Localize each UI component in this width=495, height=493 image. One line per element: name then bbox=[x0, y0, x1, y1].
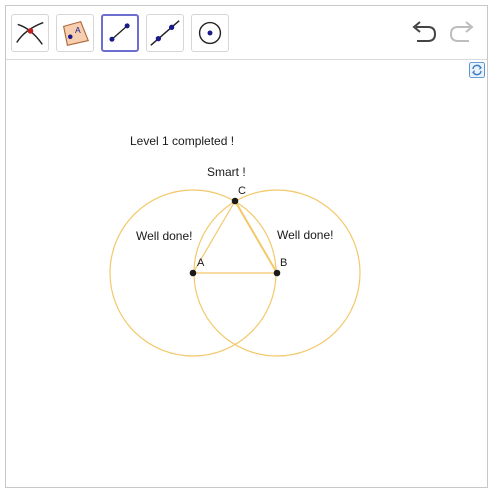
level-completed-text: Level 1 completed ! bbox=[130, 134, 235, 148]
well-done-left-text: Well done! bbox=[136, 229, 193, 243]
point-on-object-icon: A bbox=[62, 20, 90, 46]
point-a-label: A bbox=[197, 257, 205, 269]
line-icon bbox=[150, 20, 180, 46]
segment-bc bbox=[234, 200, 278, 274]
svg-text:A: A bbox=[75, 25, 81, 35]
point-b-label: B bbox=[280, 257, 288, 269]
point-c-label: C bbox=[238, 185, 246, 197]
point-a[interactable] bbox=[189, 269, 197, 277]
undo-icon bbox=[412, 21, 437, 42]
undo-button[interactable] bbox=[408, 20, 438, 46]
intersect-icon bbox=[16, 21, 44, 45]
point-c[interactable] bbox=[231, 197, 239, 205]
construction-drawing bbox=[109, 189, 361, 357]
redo-icon bbox=[449, 21, 474, 42]
tool-circle[interactable] bbox=[191, 14, 229, 52]
tool-segment[interactable] bbox=[101, 14, 139, 52]
point-b[interactable] bbox=[273, 269, 281, 277]
smart-text: Smart ! bbox=[207, 165, 246, 179]
redo-button[interactable] bbox=[448, 20, 478, 46]
circle-icon bbox=[198, 21, 222, 45]
toolbar: A bbox=[6, 6, 487, 60]
tool-intersect[interactable] bbox=[11, 14, 49, 52]
well-done-right-text: Well done! bbox=[277, 228, 334, 242]
segment-icon bbox=[109, 23, 130, 42]
tool-point-on-object[interactable]: A bbox=[56, 14, 94, 52]
applet-frame: A Level 1 completed ! Smart ! Well done!… bbox=[5, 5, 488, 488]
tool-line[interactable] bbox=[146, 14, 184, 52]
graphics-view[interactable]: Level 1 completed ! Smart ! Well done! W… bbox=[6, 60, 487, 488]
